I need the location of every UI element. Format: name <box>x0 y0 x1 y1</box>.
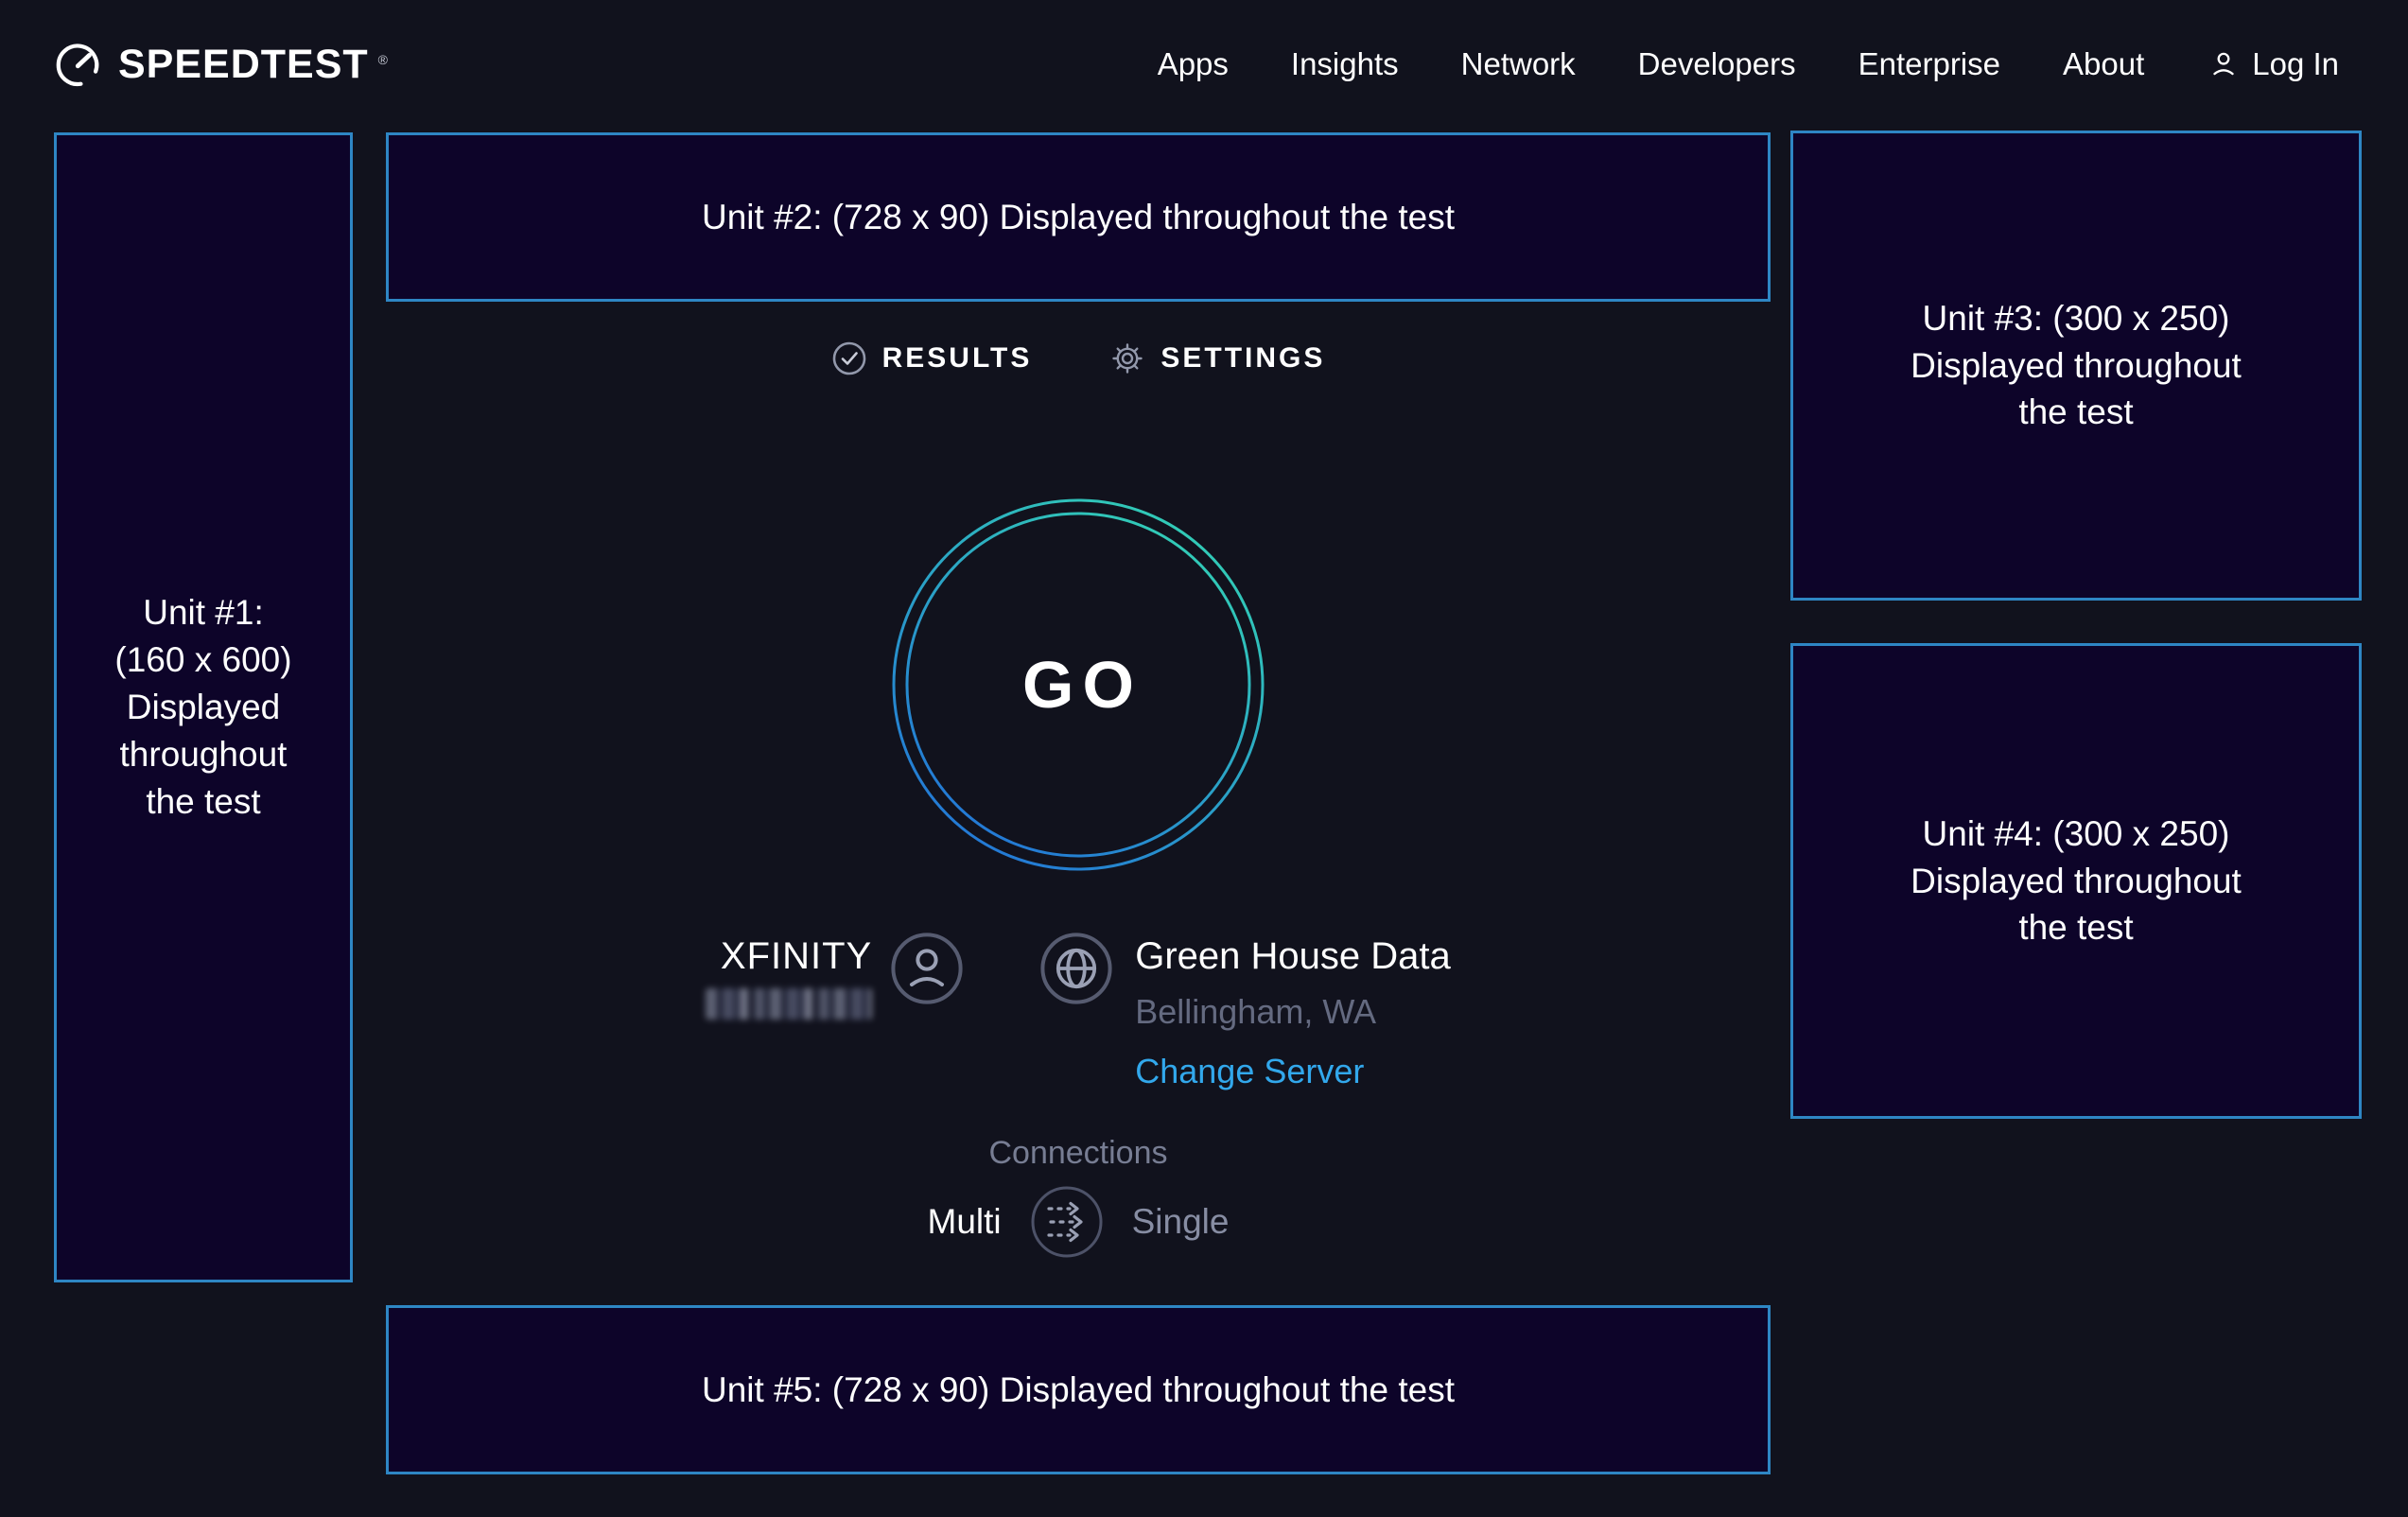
ad-unit-3[interactable]: Unit #3: (300 x 250) Displayed throughou… <box>1790 131 2362 601</box>
server-block: Green House Data Bellingham, WA Change S… <box>1040 933 1451 1091</box>
isp-ip-redacted <box>706 988 872 1020</box>
nav-item-login[interactable]: Log In <box>2207 46 2339 82</box>
server-location: Bellingham, WA <box>1135 992 1376 1032</box>
tab-settings[interactable]: SETTINGS <box>1109 340 1325 376</box>
connections-single-option[interactable]: Single <box>1132 1202 1230 1242</box>
login-label: Log In <box>2252 46 2339 82</box>
multi-connection-toggle-icon[interactable] <box>1030 1185 1104 1259</box>
logo-text: SPEEDTEST <box>118 42 369 88</box>
tab-results-label: RESULTS <box>882 342 1033 375</box>
tab-settings-label: SETTINGS <box>1160 342 1325 375</box>
gear-icon <box>1109 340 1145 376</box>
speedtest-gauge-icon <box>52 39 103 90</box>
change-server-link[interactable]: Change Server <box>1135 1052 1364 1091</box>
speedtest-logo[interactable]: SPEEDTEST ® <box>52 39 388 90</box>
isp-name: XFINITY <box>721 933 872 980</box>
nav-item-enterprise[interactable]: Enterprise <box>1858 46 2000 82</box>
user-circle-icon <box>891 933 963 1004</box>
user-icon <box>2207 47 2241 81</box>
tab-bar: RESULTS SETTINGS <box>386 340 1771 376</box>
tab-results[interactable]: RESULTS <box>831 340 1033 376</box>
check-circle-icon <box>831 340 867 376</box>
connection-info-row: XFINITY Green House Data Bellingham, <box>386 933 1771 1091</box>
ad-unit-3-text: Unit #3: (300 x 250) Displayed throughou… <box>1911 295 2242 437</box>
main-content: RESULTS SETTINGS <box>386 0 1771 1517</box>
go-button[interactable]: GO <box>892 498 1265 871</box>
nav-item-about[interactable]: About <box>2063 46 2144 82</box>
globe-icon <box>1040 933 1112 1004</box>
go-button-label: GO <box>892 498 1265 871</box>
ad-unit-4[interactable]: Unit #4: (300 x 250) Displayed throughou… <box>1790 643 2362 1119</box>
connections-multi-option[interactable]: Multi <box>928 1202 1002 1242</box>
connections-toggle-row: Multi Single <box>386 1185 1771 1259</box>
isp-block: XFINITY <box>706 933 963 1020</box>
ad-unit-4-text: Unit #4: (300 x 250) Displayed throughou… <box>1911 811 2242 952</box>
ad-unit-1[interactable]: Unit #1: (160 x 600) Displayed throughou… <box>54 132 353 1282</box>
connections-label: Connections <box>386 1135 1771 1172</box>
server-name: Green House Data <box>1135 933 1451 980</box>
ad-unit-1-text: Unit #1: (160 x 600) Displayed throughou… <box>114 589 291 826</box>
